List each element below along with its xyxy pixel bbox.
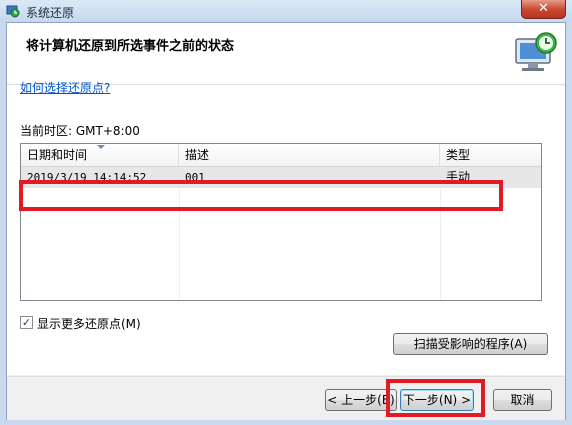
highlight-box-row xyxy=(19,180,503,211)
column-label: 类型 xyxy=(446,148,471,162)
how-to-choose-link[interactable]: 如何选择还原点? xyxy=(20,79,110,96)
system-restore-icon xyxy=(6,5,20,18)
timezone-label: 当前时区: GMT+8:00 xyxy=(20,124,140,138)
show-more-label[interactable]: 显示更多还原点(M) xyxy=(37,315,141,332)
restore-points-list[interactable]: 日期和时间 描述 类型 2019/3/19 14:14:52 001 手动 xyxy=(20,143,542,301)
scan-affected-programs-button[interactable]: 扫描受影响的程序(A) xyxy=(393,333,548,355)
list-header: 日期和时间 描述 类型 xyxy=(21,144,541,167)
highlight-box-next xyxy=(386,379,485,417)
cancel-button[interactable]: 取消 xyxy=(493,389,552,411)
show-more-checkbox[interactable]: ✓ xyxy=(20,316,33,329)
column-header-type[interactable]: 类型 xyxy=(440,144,541,166)
column-label: 描述 xyxy=(185,148,210,162)
wizard-header: 将计算机还原到所选事件之前的状态 xyxy=(7,23,565,85)
title-bar: 系统还原 ✕ xyxy=(0,0,572,22)
monitor-clock-icon xyxy=(515,32,557,71)
column-label: 日期和时间 xyxy=(27,148,88,162)
close-button[interactable]: ✕ xyxy=(521,0,566,19)
window-title: 系统还原 xyxy=(26,6,75,20)
page-title: 将计算机还原到所选事件之前的状态 xyxy=(26,39,235,54)
column-header-datetime[interactable]: 日期和时间 xyxy=(21,144,179,166)
column-header-description[interactable]: 描述 xyxy=(179,144,440,166)
sort-arrow-icon xyxy=(97,145,105,149)
